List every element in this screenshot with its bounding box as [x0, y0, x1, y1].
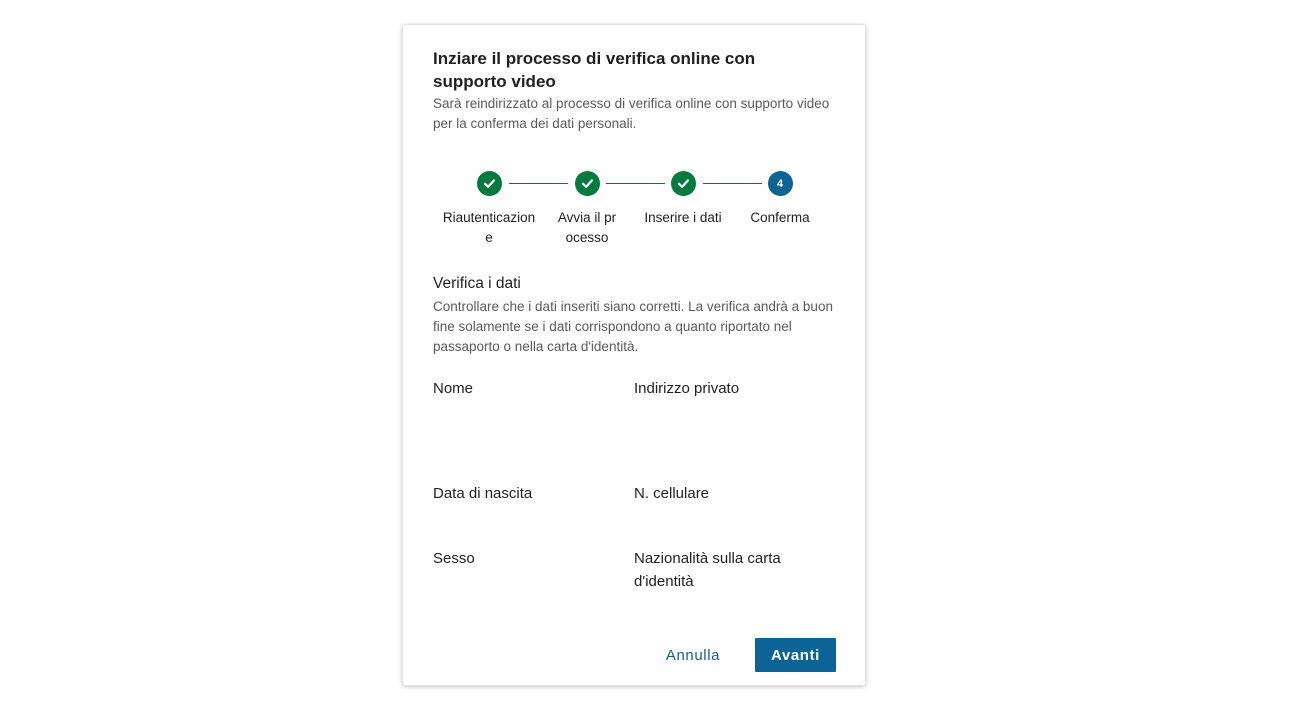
cancel-button[interactable]: Annulla [649, 638, 737, 672]
dialog-subtitle: Sarà reindirizzato al processo di verifi… [433, 96, 830, 131]
dialog-title: Inziare il processo di verifica online c… [433, 49, 756, 91]
check-icon [476, 171, 502, 196]
progress-stepper: Riautenticazione Avvia il processo Inser… [403, 171, 867, 281]
verification-dialog: Inziare il processo di verifica online c… [402, 24, 866, 686]
step-label: Riautenticazione [442, 210, 536, 245]
sex-label: Sesso [433, 550, 475, 567]
step-number-badge: 4 [767, 171, 793, 196]
next-button[interactable]: Avanti [755, 638, 836, 672]
check-icon [670, 171, 696, 196]
step-label: Conferma [750, 210, 810, 225]
section-description: Controllare che i dati inseriti siano co… [433, 299, 833, 354]
step-confirm: 4 Conferma [730, 171, 830, 228]
step-label: Avvia il processo [557, 210, 617, 245]
step-enter-data: Inserire i dati [633, 171, 733, 228]
step-start-process: Avvia il processo [537, 171, 637, 248]
name-label: Nome [433, 380, 474, 397]
section-title: Verifica i dati [433, 275, 521, 292]
nationality-label: Nazionalità sulla carta d'identità [634, 550, 781, 590]
birth-date-label: Data di nascita [433, 485, 533, 502]
step-reauthentication: Riautenticazione [439, 171, 539, 248]
check-icon [574, 171, 600, 196]
private-address-label: Indirizzo privato [634, 380, 740, 397]
step-label: Inserire i dati [644, 210, 722, 225]
mobile-label: N. cellulare [634, 485, 710, 502]
